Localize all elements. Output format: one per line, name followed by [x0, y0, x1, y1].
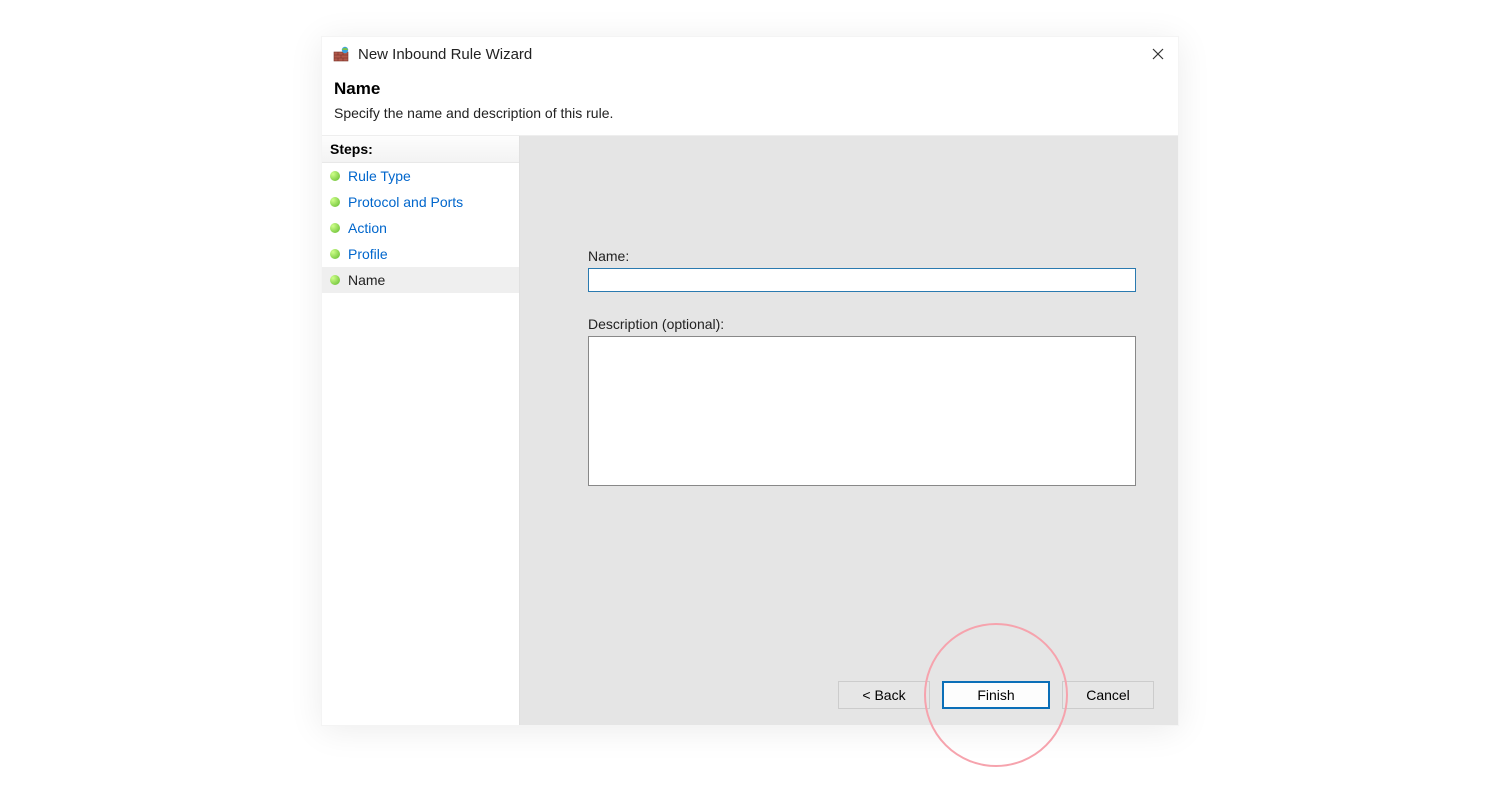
step-protocol-and-ports[interactable]: Protocol and Ports — [322, 189, 519, 215]
step-rule-type[interactable]: Rule Type — [322, 163, 519, 189]
step-name[interactable]: Name — [322, 267, 519, 293]
step-label: Protocol and Ports — [348, 194, 463, 210]
step-profile[interactable]: Profile — [322, 241, 519, 267]
close-button[interactable] — [1146, 42, 1170, 66]
description-textarea[interactable] — [588, 336, 1136, 486]
step-label: Name — [348, 272, 385, 288]
wizard-dialog: New Inbound Rule Wizard Name Specify the… — [321, 36, 1179, 726]
step-action[interactable]: Action — [322, 215, 519, 241]
finish-button[interactable]: Finish — [942, 681, 1050, 709]
step-label: Rule Type — [348, 168, 411, 184]
firewall-icon — [332, 45, 350, 63]
page-title: Name — [334, 79, 1166, 99]
name-input[interactable] — [588, 268, 1136, 292]
title-bar: New Inbound Rule Wizard — [322, 37, 1178, 71]
step-label: Profile — [348, 246, 388, 262]
wizard-main-panel: Name: Description (optional): < Back Fin… — [520, 136, 1178, 725]
step-label: Action — [348, 220, 387, 236]
page-subtitle: Specify the name and description of this… — [334, 105, 1166, 121]
name-label: Name: — [588, 248, 1136, 264]
bullet-icon — [330, 197, 340, 207]
bullet-icon — [330, 171, 340, 181]
bullet-icon — [330, 275, 340, 285]
window-title: New Inbound Rule Wizard — [358, 46, 532, 63]
wizard-header: Name Specify the name and description of… — [322, 71, 1178, 136]
cancel-button[interactable]: Cancel — [1062, 681, 1154, 709]
steps-heading: Steps: — [322, 136, 519, 163]
bullet-icon — [330, 249, 340, 259]
back-button[interactable]: < Back — [838, 681, 930, 709]
bullet-icon — [330, 223, 340, 233]
description-label: Description (optional): — [588, 316, 1136, 332]
steps-sidebar: Steps: Rule Type Protocol and Ports Acti… — [322, 136, 520, 725]
